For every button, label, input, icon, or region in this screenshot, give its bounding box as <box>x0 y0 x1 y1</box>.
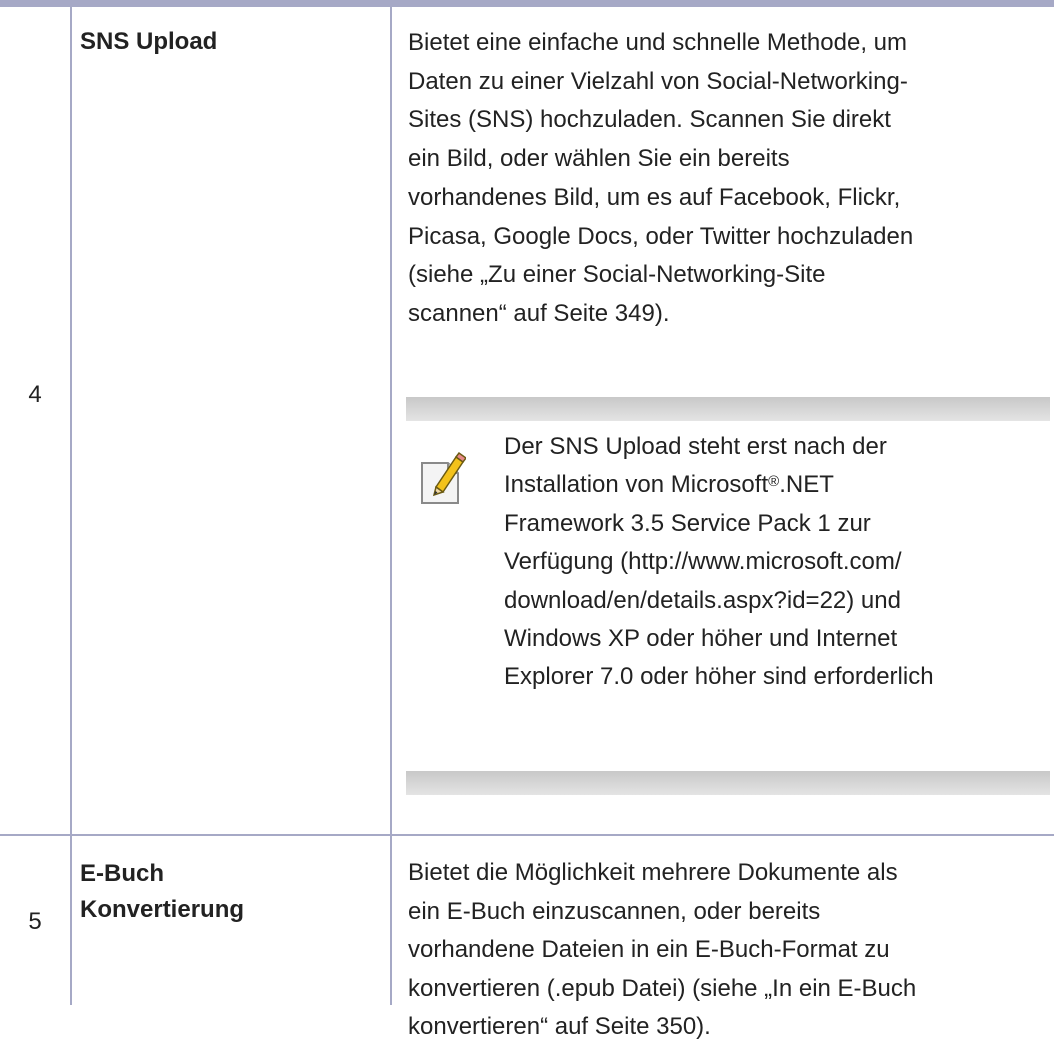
note-top-bar <box>406 397 1050 421</box>
description-line: (siehe „Zu einer Social-Networking-Site <box>408 261 826 289</box>
note-line: download/en/details.aspx?id=22) und <box>504 586 901 614</box>
note-line: Verfügung (http://www.microsoft.com/ <box>504 548 902 576</box>
note-line: Installation von Microsoft®.NET <box>504 466 1049 504</box>
row-number: 5 <box>28 908 42 935</box>
note-line: Windows XP oder höher und Internet <box>504 625 898 653</box>
column-divider-2 <box>390 7 392 1005</box>
description-line: konvertieren (.epub Datei) (siehe „In ei… <box>408 974 917 1002</box>
note-bottom-bar <box>406 771 1050 795</box>
description-line: ein E-Buch einzuscannen, oder bereits <box>408 897 821 925</box>
row-divider <box>0 834 1054 836</box>
description-line: Bietet eine einfache und schnelle Method… <box>408 29 907 56</box>
feature-description: Bietet eine einfache und schnelle Method… <box>408 24 1048 334</box>
feature-name-e-book-conversion: E-Buch Konvertierung <box>80 856 380 928</box>
feature-table: 4 SNS Upload Bietet eine einfache und sc… <box>0 0 1054 1040</box>
description-line: vorhandenes Bild, um es auf Facebook, Fl… <box>408 183 901 211</box>
column-divider-1 <box>70 7 72 1005</box>
description-line: Sites (SNS) hochzuladen. Scannen Sie dir… <box>408 106 891 134</box>
description-line: Bietet die Möglichkeit mehrere Dokumente… <box>408 859 898 886</box>
note-line: Explorer 7.0 oder höher sind erforderlic… <box>504 663 934 691</box>
description-line: scannen“ auf Seite 349). <box>408 299 670 327</box>
note-box: Der SNS Upload steht erst nach der Insta… <box>406 397 1050 795</box>
row-number: 4 <box>28 381 42 408</box>
description-line: Daten zu einer Vielzahl von Social-Netwo… <box>408 67 908 95</box>
feature-name-line: Konvertierung <box>80 896 245 923</box>
description-line: ein Bild, oder wählen Sie ein bereits <box>408 145 790 173</box>
note-line: Der SNS Upload steht erst nach der <box>504 433 887 460</box>
feature-name-line: SNS Upload <box>80 28 218 55</box>
description-line: konvertieren“ auf Seite 350). <box>408 1013 711 1040</box>
registered-mark: ® <box>768 473 780 491</box>
note-pencil-icon <box>418 451 468 507</box>
note-line: Framework 3.5 Service Pack 1 zur <box>504 509 871 537</box>
feature-name-sns-upload: SNS Upload <box>80 24 380 60</box>
note-line-part: .NET <box>779 471 834 499</box>
note-line-part: Installation von Microsoft <box>504 471 769 499</box>
feature-name-line: E-Buch <box>80 860 164 887</box>
feature-description: Bietet die Möglichkeit mehrere Dokumente… <box>408 854 1048 1047</box>
description-line: Picasa, Google Docs, oder Twitter hochzu… <box>408 222 914 250</box>
note-text: Der SNS Upload steht erst nach der Insta… <box>504 428 1049 697</box>
description-line: vorhandene Dateien in ein E-Buch-Format … <box>408 936 890 963</box>
table-top-rule <box>0 0 1054 7</box>
